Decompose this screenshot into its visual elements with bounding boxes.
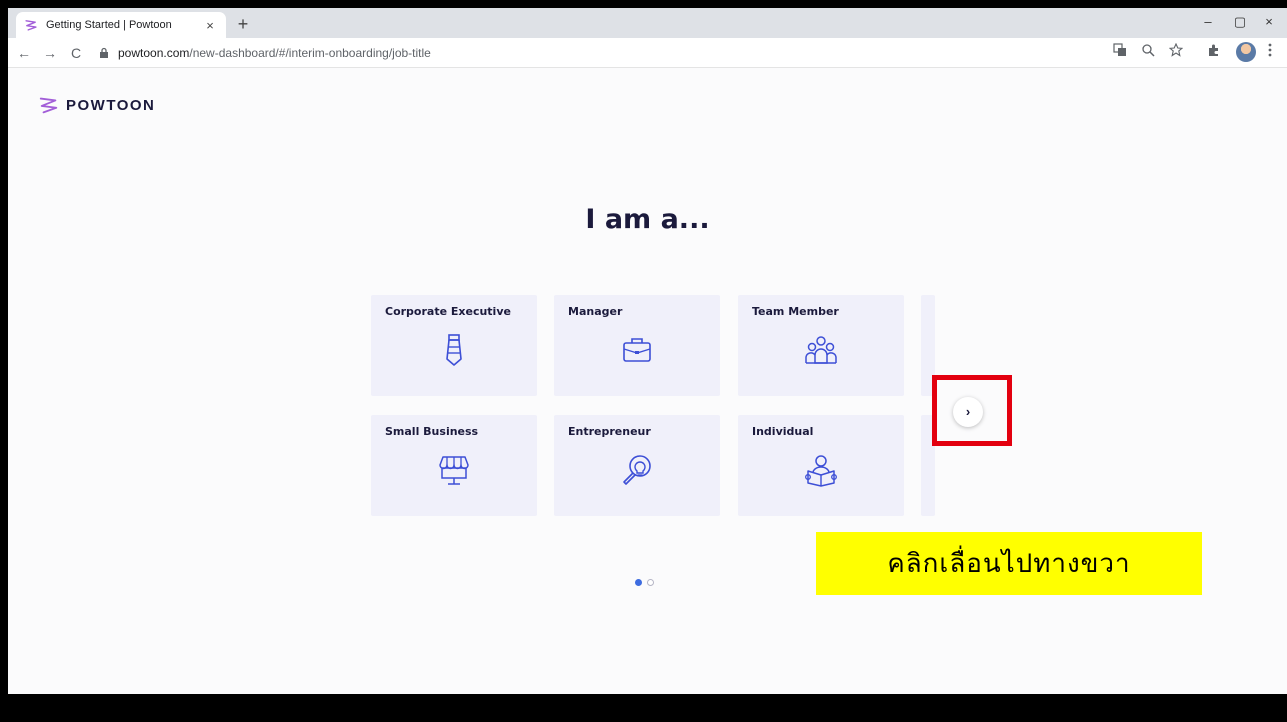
card-label: Team Member [752, 305, 839, 318]
page-content: POWTOON I am a... Corporate Executive Ma… [8, 68, 1287, 694]
carousel-pagination [635, 579, 654, 586]
zoom-icon[interactable] [1138, 43, 1158, 63]
tab-title: Getting Started | Powtoon [46, 19, 172, 31]
address-toolbar: ← → C powtoon.com/new-dashboard/#/interi… [8, 38, 1287, 68]
logo-wordmark: POWTOON [66, 96, 156, 114]
storefront-icon [439, 456, 469, 485]
url-text: powtoon.com/new-dashboard/#/interim-onbo… [118, 46, 431, 60]
translate-icon[interactable] [1110, 43, 1130, 63]
card-small-business[interactable]: Small Business [371, 415, 537, 516]
pagination-dot-2[interactable] [647, 579, 654, 586]
forward-button[interactable]: → [40, 43, 60, 63]
card-manager[interactable]: Manager [554, 295, 720, 396]
next-button-highlight [932, 375, 1012, 446]
menu-kebab-icon[interactable] [1260, 43, 1280, 63]
screenshot-border-top [0, 0, 1287, 8]
briefcase-icon [623, 338, 651, 362]
card-label: Entrepreneur [568, 425, 651, 438]
screenshot-border-bottom [0, 694, 1287, 722]
card-label: Individual [752, 425, 814, 438]
reload-button[interactable]: C [66, 43, 86, 63]
team-icon [805, 336, 837, 364]
browser-window: Getting Started | Powtoon × + – ▢ × ← → … [8, 8, 1287, 694]
lock-icon [100, 47, 108, 58]
back-button[interactable]: ← [14, 43, 34, 63]
powtoon-favicon-icon [25, 20, 37, 31]
powtoon-logo[interactable]: POWTOON [38, 94, 155, 116]
page-title: I am a... [585, 204, 710, 235]
card-label: Corporate Executive [385, 305, 511, 318]
card-team-member[interactable]: Team Member [738, 295, 904, 396]
screenshot-border-left [0, 0, 8, 722]
url-host: powtoon.com [118, 46, 190, 60]
powtoon-logo-icon [39, 97, 58, 114]
url-path: /new-dashboard/#/interim-onboarding/job-… [189, 46, 431, 60]
address-bar[interactable]: powtoon.com/new-dashboard/#/interim-onbo… [98, 42, 1108, 64]
card-entrepreneur[interactable]: Entrepreneur [554, 415, 720, 516]
profile-avatar[interactable] [1236, 42, 1256, 62]
instruction-annotation: คลิกเลื่อนไปทางขวา [816, 532, 1202, 595]
tab-close-icon[interactable]: × [202, 18, 218, 33]
lightbulb-search-icon [623, 455, 651, 485]
person-reading-icon [805, 455, 837, 487]
bookmark-star-icon[interactable] [1166, 42, 1186, 63]
card-corporate-executive[interactable]: Corporate Executive [371, 295, 537, 396]
close-window-button[interactable]: × [1252, 10, 1286, 36]
card-label: Manager [568, 305, 623, 318]
card-individual[interactable]: Individual [738, 415, 904, 516]
card-label: Small Business [385, 425, 479, 438]
tab-strip: Getting Started | Powtoon × + – ▢ × [8, 8, 1287, 38]
tab-getting-started[interactable]: Getting Started | Powtoon × [16, 12, 226, 38]
pagination-dot-1[interactable] [635, 579, 642, 586]
new-tab-button[interactable]: + [232, 14, 254, 36]
extensions-icon[interactable] [1204, 43, 1224, 63]
tie-icon [446, 334, 462, 366]
